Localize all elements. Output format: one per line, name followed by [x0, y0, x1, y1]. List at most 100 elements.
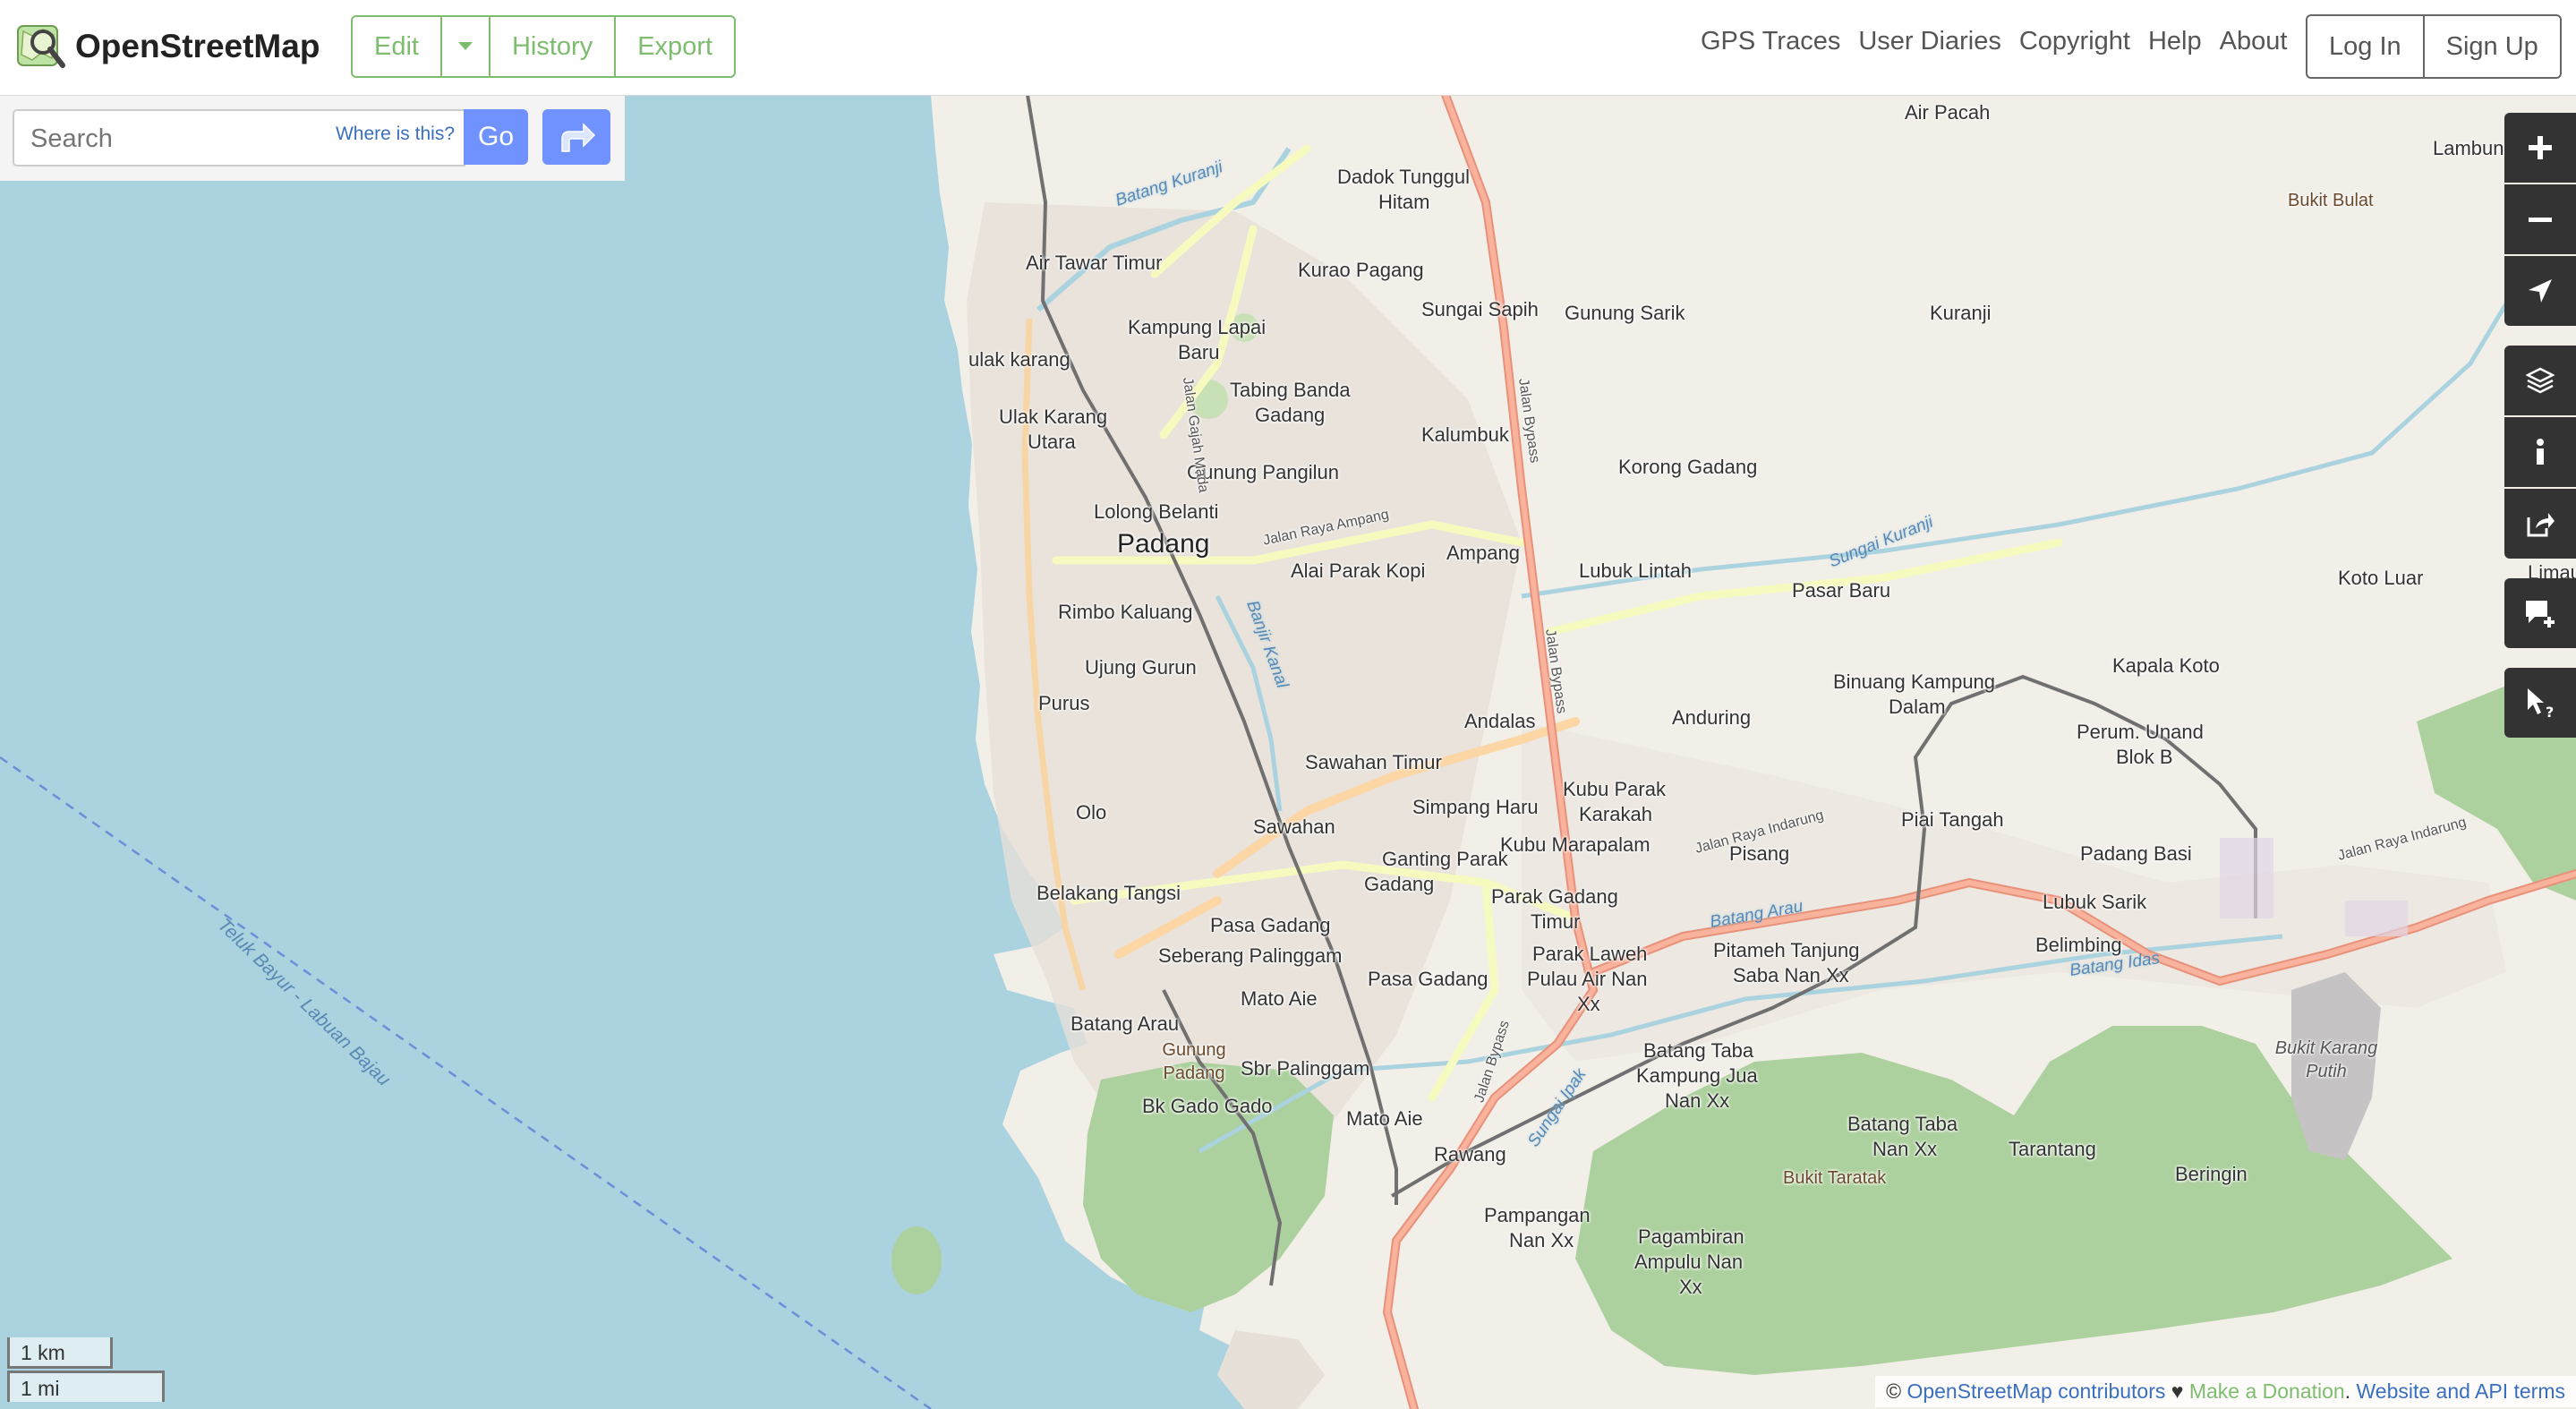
contributors-link[interactable]: OpenStreetMap contributors	[1906, 1379, 2165, 1403]
place-label: Lubuk Sarik	[2043, 891, 2147, 913]
directions-button[interactable]	[542, 109, 610, 165]
peak-label: Bukit Bulat	[2288, 191, 2374, 210]
attribution: © OpenStreetMap contributors ♥ Make a Do…	[1875, 1376, 2576, 1407]
zoom-out-button[interactable]	[2504, 184, 2576, 254]
place-label: Rimbo Kaluang	[1058, 601, 1193, 623]
secondary-nav: GPS Traces User Diaries Copyright Help A…	[1701, 27, 2287, 56]
place-label: Anduring	[1672, 706, 1752, 729]
logo[interactable]: OpenStreetMap	[16, 18, 320, 75]
go-button[interactable]: Go	[464, 109, 528, 165]
place-label: Kampung Jua	[1636, 1064, 1758, 1087]
map-canvas[interactable]	[0, 95, 2576, 1409]
peak-label: Gunung Padang	[1162, 1040, 1226, 1083]
add-note-button[interactable]	[2504, 578, 2576, 648]
place-label: Kubu Parak	[1563, 778, 1666, 800]
edit-dropdown-button[interactable]	[442, 17, 490, 76]
query-features-button[interactable]: ?	[2504, 668, 2576, 738]
donate-link[interactable]: Make a Donation	[2189, 1379, 2345, 1403]
place-label: Air Pacah	[1905, 101, 1991, 124]
copyright-symbol: ©	[1886, 1379, 1902, 1403]
place-label: Xx	[1577, 993, 1600, 1015]
place-label: Hitam	[1378, 191, 1430, 213]
place-label: Dalam	[1889, 696, 1946, 718]
place-label: Pitameh Tanjung	[1713, 939, 1860, 961]
layers-button[interactable]	[2504, 346, 2576, 415]
peak-label: Bukit Taratak	[1783, 1168, 1887, 1188]
scale-bar: 1 km 1 mi	[7, 1337, 165, 1402]
zoom-out-icon	[2529, 218, 2552, 222]
place-label: Simpang Haru	[1412, 796, 1539, 818]
place-label: Pampangan	[1484, 1204, 1591, 1226]
nav-gps-traces[interactable]: GPS Traces	[1701, 27, 1840, 56]
place-label: Alai Parak Kopi	[1291, 559, 1426, 582]
export-button[interactable]: Export	[616, 17, 734, 76]
attribution-separator: .	[2344, 1379, 2351, 1403]
nav-copyright[interactable]: Copyright	[2019, 27, 2130, 56]
share-icon	[2527, 513, 2555, 537]
scale-mi: 1 mi	[7, 1371, 165, 1402]
place-label: Rawang	[1434, 1143, 1506, 1166]
place-label: Sungai Sapih	[1421, 298, 1539, 320]
place-label: Gadang	[1364, 873, 1435, 895]
place-label: Belakang Tangsi	[1036, 882, 1181, 904]
place-label: Nan Xx	[1872, 1138, 1938, 1160]
info-icon	[2537, 439, 2544, 465]
nav-user-diaries[interactable]: User Diaries	[1858, 27, 2001, 56]
place-label: Parak Gadang	[1491, 885, 1618, 908]
place-label: Dadok Tunggul	[1337, 166, 1470, 188]
place-label: Gadang	[1255, 404, 1326, 426]
search-input[interactable]	[29, 124, 328, 155]
login-button[interactable]: Log In	[2307, 16, 2425, 77]
svg-text:?: ?	[2546, 704, 2554, 719]
place-label: Ampang	[1446, 542, 1520, 564]
where-is-this-link[interactable]: Where is this?	[336, 124, 455, 145]
place-label: Nan Xx	[1509, 1229, 1574, 1251]
place-label: Tabing Banda	[1230, 379, 1351, 401]
auth-buttons: Log In Sign Up	[2306, 14, 2562, 79]
locate-button[interactable]	[2504, 256, 2576, 326]
query-icon: ?	[2528, 688, 2554, 719]
place-label: Parak Laweh	[1532, 943, 1648, 965]
place-label: Saba Nan Xx	[1733, 964, 1849, 986]
place-label: Kurao Pagang	[1298, 259, 1424, 281]
place-label: Kapala Koto	[2112, 654, 2220, 677]
map-key-button[interactable]	[2504, 417, 2576, 487]
search-panel: Where is this? Go	[0, 95, 625, 181]
place-label: Karakah	[1579, 803, 1652, 825]
place-label: Korong Gadang	[1618, 456, 1758, 478]
map[interactable]: Air Pacah Lambung Bukit Bukit Bulat Dado…	[0, 95, 2576, 1409]
place-label: Nan Xx	[1665, 1089, 1730, 1112]
place-label: ulak karang	[968, 348, 1070, 371]
osm-logo-icon	[17, 25, 65, 68]
edit-button[interactable]: Edit	[353, 17, 442, 76]
place-label: Kampung Lapai	[1128, 316, 1267, 338]
edit-toolbar: Edit History Export	[351, 15, 737, 78]
place-label: Lolong Belanti	[1094, 500, 1219, 523]
place-label: Koto Luar	[2338, 567, 2424, 589]
search-box: Where is this?	[13, 109, 465, 167]
place-label: Baru	[1178, 341, 1220, 363]
place-label: Pasa Gadang	[1368, 968, 1488, 990]
city-label: Padang	[1117, 529, 1210, 559]
place-label: Blok B	[2116, 746, 2173, 768]
place-label: Mato Aie	[1346, 1107, 1423, 1130]
place-label: Gunung Sarik	[1565, 302, 1685, 324]
note-icon	[2526, 601, 2555, 628]
place-label: Seberang Palinggam	[1158, 944, 1343, 967]
place-label: Pasar Baru	[1792, 579, 1891, 602]
nav-about[interactable]: About	[2220, 27, 2288, 56]
terms-link[interactable]: Website and API terms	[2356, 1379, 2565, 1403]
nav-help[interactable]: Help	[2148, 27, 2202, 56]
history-button[interactable]: History	[490, 17, 617, 76]
share-button[interactable]	[2504, 489, 2576, 559]
ferry-route	[0, 756, 932, 1409]
signup-button[interactable]: Sign Up	[2425, 16, 2560, 77]
zoom-in-icon	[2529, 136, 2552, 159]
place-label: Ampulu Nan	[1634, 1251, 1744, 1273]
place-label: Lubuk Lintah	[1579, 559, 1692, 582]
zoom-in-button[interactable]	[2504, 113, 2576, 183]
place-label: Perum. Unand	[2077, 721, 2204, 743]
header: OpenStreetMap Edit History Export GPS Tr…	[0, 0, 2576, 96]
place-label: Pagambiran	[1638, 1225, 1744, 1248]
place-label: Padang Basi	[2080, 842, 2192, 865]
